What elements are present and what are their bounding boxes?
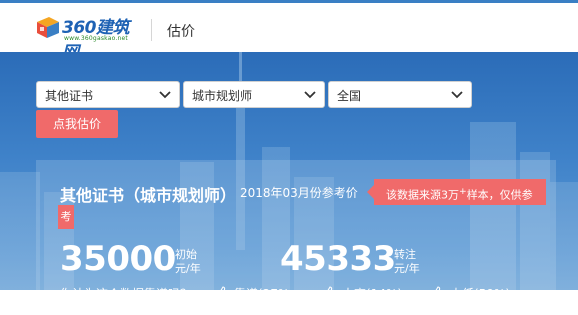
note-prefix: 该数据来源3万	[386, 188, 459, 202]
logo-cube-icon	[37, 17, 59, 38]
certificate-title: 其他证书（城市规划师）	[60, 186, 237, 205]
transfer-label-line2: 元/年	[394, 262, 420, 275]
estimate-hero: 其他证书 城市规划师 全国 点我估价 其他证书（城市规划师） 2018年03月份…	[0, 52, 578, 315]
note-sup: +	[459, 186, 467, 197]
transfer-label-line1: 转注	[394, 248, 416, 261]
top-header: 360建筑网 www.360gaskao.net 估价	[0, 0, 578, 63]
chevron-down-icon	[159, 91, 171, 99]
region-select[interactable]: 全国	[328, 81, 472, 108]
reference-date: 2018年03月份参考价	[240, 186, 358, 200]
note-suffix: 样本，仅供参	[466, 188, 533, 202]
initial-price-label: 初始 元/年	[175, 248, 201, 276]
site-logo[interactable]: 360建筑网 www.360gaskao.net	[34, 12, 144, 63]
certificate-select[interactable]: 其他证书	[36, 81, 180, 108]
certificate-select-value: 其他证书	[45, 89, 94, 103]
initial-price: 35000	[60, 239, 176, 279]
page-title: 估价	[167, 24, 195, 40]
initial-label-line1: 初始	[175, 248, 197, 261]
initial-label-line2: 元/年	[175, 262, 201, 275]
chevron-down-icon	[304, 91, 316, 99]
chevron-down-icon	[451, 91, 463, 99]
estimate-button[interactable]: 点我估价	[36, 110, 118, 138]
logo-url: www.360gaskao.net	[64, 35, 128, 42]
data-source-note-wrap: 考	[58, 205, 74, 229]
transfer-price: 45333	[280, 239, 396, 279]
transfer-price-label: 转注 元/年	[394, 248, 420, 276]
profession-select[interactable]: 城市规划师	[183, 81, 325, 108]
header-divider	[151, 19, 152, 41]
region-select-value: 全国	[337, 89, 362, 103]
page-bottom-area	[0, 290, 578, 315]
profession-select-value: 城市规划师	[192, 89, 253, 103]
data-source-note: 该数据来源3万+样本，仅供参	[367, 179, 546, 205]
